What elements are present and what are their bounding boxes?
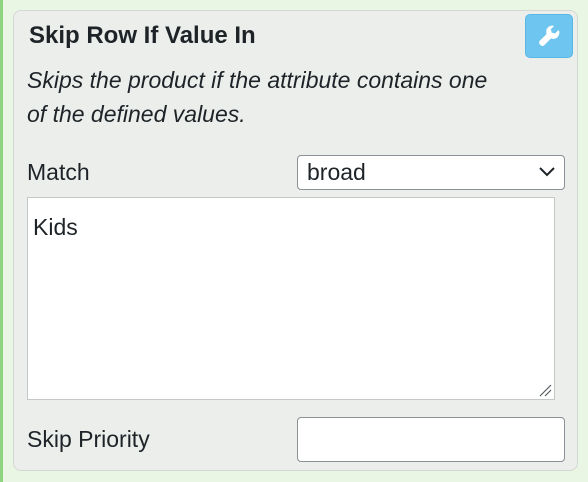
settings-tool-button[interactable]	[525, 14, 573, 58]
chevron-down-icon	[539, 167, 555, 177]
resize-handle-icon[interactable]	[538, 383, 552, 397]
match-select[interactable]: broad	[297, 155, 565, 190]
description-line: of the defined values.	[27, 101, 246, 127]
match-label: Match	[27, 159, 90, 185]
panel-title: Skip Row If Value In	[29, 22, 256, 49]
values-textarea[interactable]: Kids	[27, 197, 555, 400]
values-text: Kids	[33, 214, 78, 240]
match-selected-value: broad	[307, 159, 366, 185]
skip-priority-label: Skip Priority	[27, 426, 150, 452]
skip-row-panel: Skip Row If Value In Skips the product i…	[13, 10, 578, 471]
skip-priority-input[interactable]	[297, 417, 565, 462]
description-line: Skips the product if the attribute conta…	[27, 67, 488, 93]
panel-description: Skips the product if the attribute conta…	[27, 63, 562, 131]
wrench-icon	[539, 25, 560, 46]
left-accent-border	[0, 0, 3, 482]
